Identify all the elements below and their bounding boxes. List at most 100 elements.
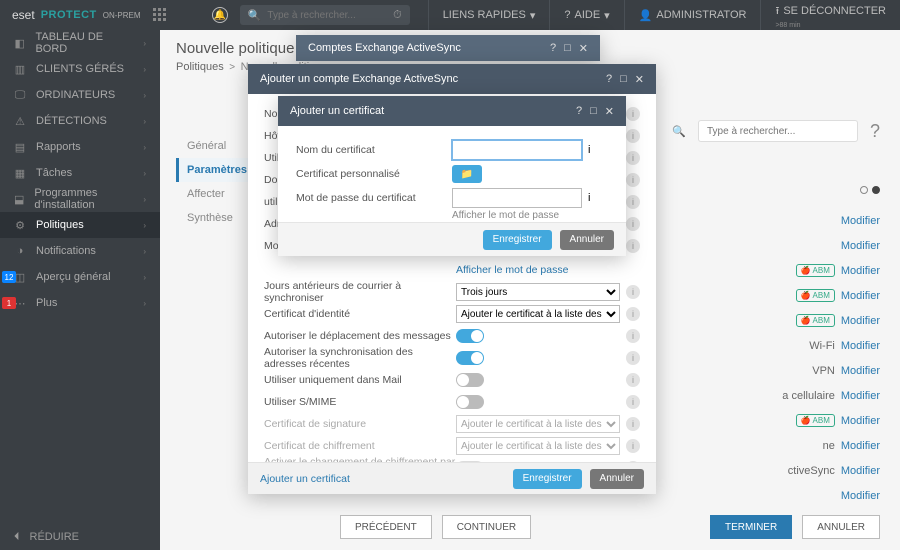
help-icon[interactable]: ?	[870, 121, 880, 142]
modify-link[interactable]: Modifier	[841, 465, 880, 477]
modify-link[interactable]: Modifier	[841, 440, 880, 452]
info-icon[interactable]: i	[626, 373, 640, 387]
wizard-finish-button[interactable]: TERMINER	[710, 515, 792, 539]
maximize-icon[interactable]: □	[564, 42, 571, 55]
info-icon[interactable]: i	[626, 107, 640, 121]
modify-link[interactable]: Modifier	[841, 365, 880, 377]
modify-link[interactable]: Modifier	[841, 490, 880, 502]
sidebar-item-0[interactable]: ◧TABLEAU DE BORD›	[0, 30, 160, 56]
sync-days-select[interactable]: Trois jours	[456, 283, 620, 301]
info-icon[interactable]: i	[626, 395, 640, 409]
global-search[interactable]: 🔍 ⏱	[240, 5, 410, 25]
info-icon[interactable]: i	[626, 439, 640, 453]
content-search-input[interactable]	[698, 120, 858, 142]
modify-link[interactable]: Modifier	[841, 340, 880, 352]
add-cert-link[interactable]: Ajouter un certificat	[260, 473, 350, 485]
modal2-save-button[interactable]: Enregistrer	[513, 469, 582, 489]
help-icon[interactable]: ?	[606, 73, 612, 86]
only-mail-toggle[interactable]	[456, 373, 484, 387]
sidebar-item-4[interactable]: ▤Rapports›	[0, 134, 160, 160]
cert-pwd-input[interactable]	[452, 188, 582, 208]
item-label: Wi-Fi	[660, 340, 835, 352]
modify-link[interactable]: Modifier	[841, 265, 880, 277]
info-icon[interactable]: i	[626, 329, 640, 343]
field-label: Certificat de chiffrement	[264, 440, 456, 452]
maximize-icon[interactable]: □	[620, 73, 627, 86]
crumb-policies[interactable]: Politiques	[176, 61, 224, 73]
file-browse-button[interactable]: 📁	[452, 165, 482, 183]
sidebar-item-3[interactable]: ⚠DÉTECTIONS›	[0, 108, 160, 134]
modify-link[interactable]: Modifier	[841, 415, 880, 427]
apps-icon[interactable]	[153, 8, 167, 22]
sidebar-item-1[interactable]: ▥CLIENTS GÉRÉS›	[0, 56, 160, 82]
help-icon[interactable]: ?	[550, 42, 556, 55]
sidebar-item-9[interactable]: 12◫Aperçu général›	[0, 264, 160, 290]
info-icon[interactable]: i	[626, 285, 640, 299]
brand: eset PROTECT ON-PREM	[0, 8, 179, 22]
modal-activesync-accounts: Comptes Exchange ActiveSync ?□✕	[296, 35, 600, 61]
show-password-link[interactable]: Afficher le mot de passe	[452, 210, 608, 221]
modify-link[interactable]: Modifier	[841, 290, 880, 302]
info-icon[interactable]: i	[588, 192, 590, 204]
cert-name-input[interactable]	[452, 140, 582, 160]
help-menu[interactable]: ? AIDE ▾	[549, 0, 623, 30]
list-item: ctiveSyncModifier	[660, 458, 880, 483]
sidebar-item-5[interactable]: ▦Tâches›	[0, 160, 160, 186]
info-icon[interactable]: i	[626, 307, 640, 321]
modify-link[interactable]: Modifier	[841, 240, 880, 252]
sidebar-collapse[interactable]: ⏴RÉDUIRE	[0, 524, 160, 550]
list-item: Modifier	[660, 208, 880, 233]
modal3-save-button[interactable]: Enregistrer	[483, 230, 552, 250]
sidebar-item-7[interactable]: ⚙Politiques›	[0, 212, 160, 238]
allow-move-toggle[interactable]	[456, 329, 484, 343]
list-item: 🍎 ABMModifier	[660, 408, 880, 433]
list-item: a cellulaireModifier	[660, 383, 880, 408]
close-icon[interactable]: ✕	[635, 73, 644, 86]
maximize-icon[interactable]: □	[590, 105, 597, 118]
user-menu[interactable]: 👤 ADMINISTRATOR	[624, 0, 761, 30]
chevron-right-icon: ›	[143, 221, 146, 230]
sidebar-label: Programmes d'installation	[34, 187, 133, 211]
help-icon[interactable]: ?	[576, 105, 582, 118]
close-icon[interactable]: ✕	[579, 42, 588, 55]
info-icon[interactable]: i	[626, 129, 640, 143]
info-icon[interactable]: i	[626, 151, 640, 165]
logout-button[interactable]: ⭱ SE DÉCONNECTER >88 min	[760, 0, 900, 30]
chevron-down-icon: ▾	[604, 9, 610, 22]
sidebar-icon: ◑	[14, 245, 26, 257]
modify-link[interactable]: Modifier	[841, 390, 880, 402]
allow-recent-sync-toggle[interactable]	[456, 351, 484, 365]
wizard-cancel-button[interactable]: ANNULER	[802, 515, 880, 539]
wizard-continue-button[interactable]: CONTINUER	[442, 515, 531, 539]
sidebar-item-2[interactable]: 🖵ORDINATEURS›	[0, 82, 160, 108]
badge: 12	[2, 271, 16, 283]
show-password-link[interactable]: Afficher le mot de passe	[456, 264, 568, 276]
sidebar-label: Tâches	[36, 167, 72, 179]
modify-link[interactable]: Modifier	[841, 215, 880, 227]
quick-links[interactable]: LIENS RAPIDES ▾	[428, 0, 550, 30]
info-icon[interactable]: i	[626, 173, 640, 187]
modify-link[interactable]: Modifier	[841, 315, 880, 327]
chevron-right-icon: ›	[143, 143, 146, 152]
modal3-cancel-button[interactable]: Annuler	[560, 230, 614, 250]
info-icon[interactable]: i	[626, 351, 640, 365]
info-icon[interactable]: i	[588, 144, 590, 156]
identity-cert-select[interactable]: Ajouter le certificat à la liste des cer…	[456, 305, 620, 323]
sidebar-item-8[interactable]: ◑Notifications›	[0, 238, 160, 264]
toggle-dots[interactable]	[860, 186, 880, 194]
sidebar-icon: ▦	[14, 167, 26, 179]
info-icon[interactable]: i	[626, 195, 640, 209]
wizard-prev-button[interactable]: PRÉCÉDENT	[340, 515, 432, 539]
field-label: Mot de passe du certificat	[296, 192, 452, 204]
smime-toggle[interactable]	[456, 395, 484, 409]
global-search-input[interactable]	[267, 10, 387, 21]
modal2-cancel-button[interactable]: Annuler	[590, 469, 644, 489]
info-icon[interactable]: i	[626, 417, 640, 431]
sidebar-item-6[interactable]: ⬓Programmes d'installation›	[0, 186, 160, 212]
info-icon[interactable]: i	[626, 239, 640, 253]
sidebar-item-10[interactable]: 1⋯Plus›	[0, 290, 160, 316]
close-icon[interactable]: ✕	[605, 105, 614, 118]
bell-icon[interactable]: 🔔	[212, 7, 228, 23]
info-icon[interactable]: i	[626, 217, 640, 231]
search-icon: 🔍	[672, 125, 686, 138]
